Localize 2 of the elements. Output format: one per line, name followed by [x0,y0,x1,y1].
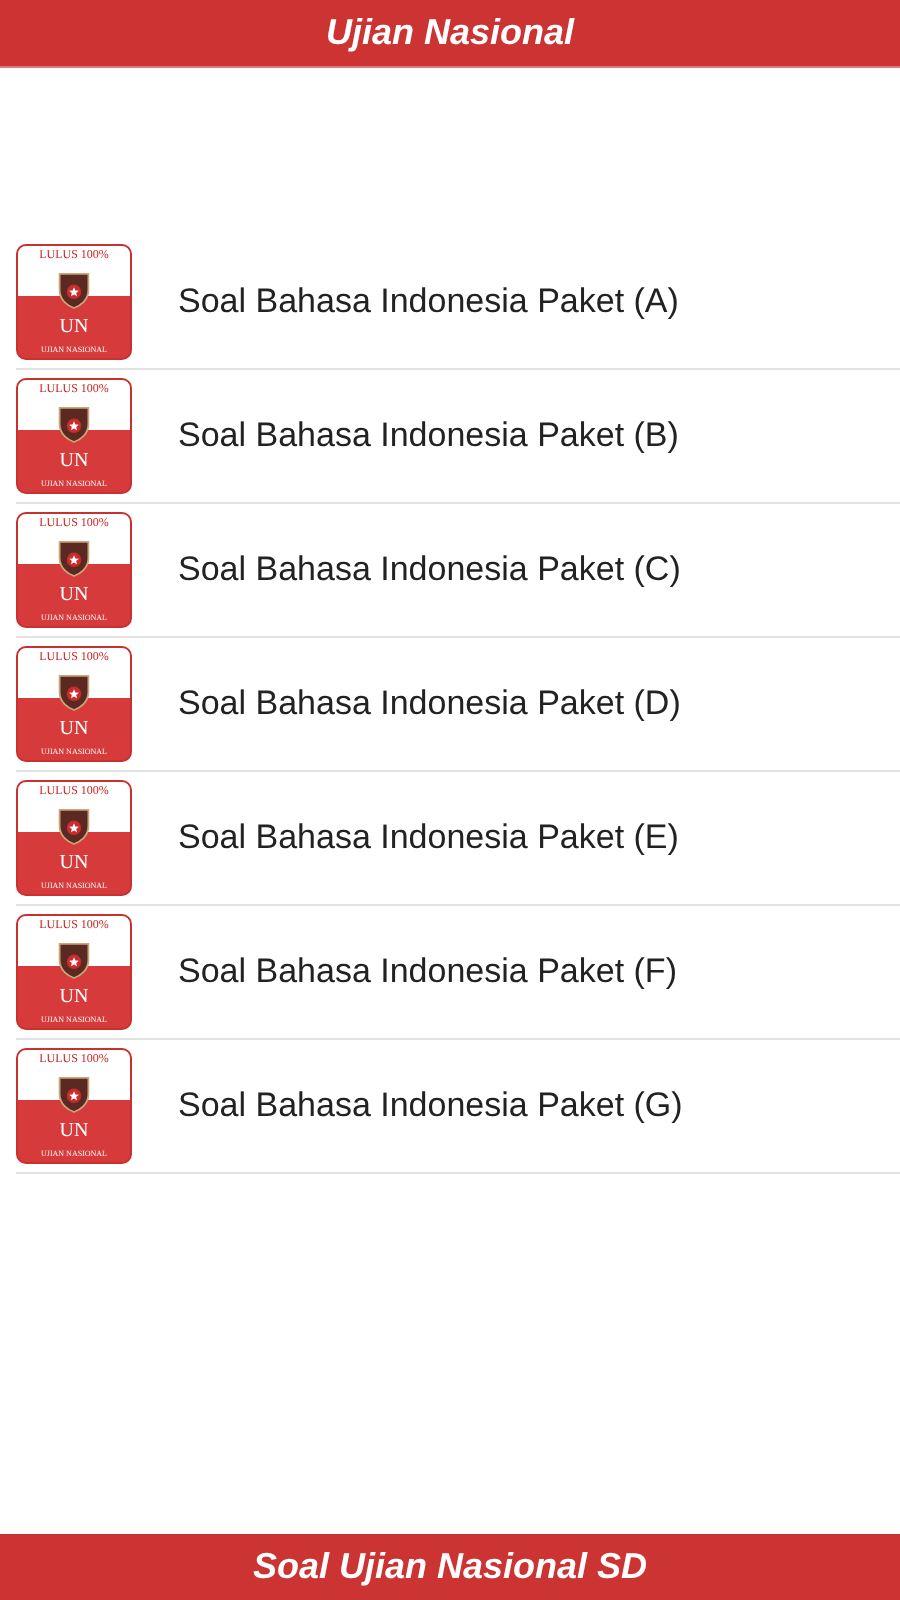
footer-title: Soal Ujian Nasional SD [252,1546,648,1588]
app-title: Ujian Nasional [325,12,575,54]
